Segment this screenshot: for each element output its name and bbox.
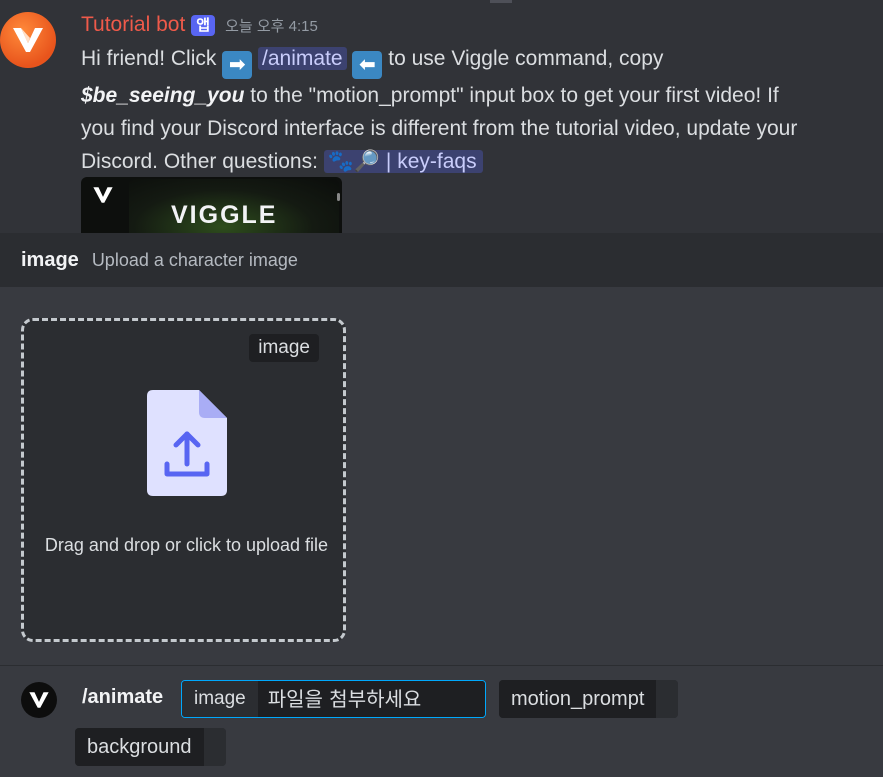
image-input[interactable]: [257, 681, 485, 717]
thumbnail-handle: [337, 193, 340, 201]
chip-label: background: [75, 728, 204, 766]
author-name[interactable]: Tutorial bot: [81, 13, 185, 37]
file-upload-icon: [147, 390, 227, 496]
app-badge: 앱: [191, 14, 216, 36]
viggle-logo-icon: [21, 682, 57, 718]
message-text: to use Viggle command, copy: [382, 47, 664, 70]
chip-label: motion_prompt: [499, 680, 657, 718]
arrow-right-icon: ➡: [222, 51, 253, 79]
message-header: Tutorial bot 앱 오늘 오후 4:15: [81, 10, 318, 40]
image-option-field[interactable]: image: [181, 680, 486, 718]
option-name: image: [21, 248, 79, 271]
viggle-logo-icon: [13, 28, 43, 52]
avatar[interactable]: [0, 12, 56, 68]
video-thumbnail[interactable]: VIGGLE: [81, 177, 342, 233]
discord-window: Tutorial bot 앱 오늘 오후 4:15 Hi friend! Cli…: [0, 0, 883, 777]
chip-tail: [203, 728, 226, 766]
thumbnail-title: VIGGLE: [171, 201, 278, 229]
motion-prompt-chip[interactable]: motion_prompt: [499, 680, 679, 718]
arrow-left-icon: ⬅: [352, 51, 383, 79]
command-name: /animate: [82, 686, 164, 708]
timestamp: 오늘 오후 4:15: [225, 17, 318, 35]
channel-mention[interactable]: 🐾🔎 | key-faqs: [323, 150, 483, 173]
option-label: image: [182, 681, 258, 717]
option-description: Upload a character image: [91, 249, 298, 270]
option-panel: image Drag and drop or click to upload f…: [0, 287, 883, 665]
message-content: Hi friend! Click ➡ /animate ⬅ to use Vig…: [81, 42, 801, 178]
dropzone-instructions: Drag and drop or click to upload file: [44, 535, 329, 555]
dropzone-tag: image: [249, 334, 319, 362]
viggle-logo-icon: [89, 183, 117, 207]
bot-message: Tutorial bot 앱 오늘 오후 4:15 Hi friend! Cli…: [0, 0, 883, 233]
option-header: image Upload a character image: [0, 233, 883, 287]
message-text: Hi friend! Click: [81, 47, 223, 70]
command-mention[interactable]: /animate: [258, 47, 347, 70]
file-dropzone[interactable]: image Drag and drop or click to upload f…: [21, 318, 346, 642]
divider: [490, 0, 512, 3]
chip-tail: [656, 680, 679, 718]
background-chip[interactable]: background: [75, 728, 226, 766]
command-bar: /animate image motion_prompt background: [0, 665, 883, 777]
code-phrase: $be_seeing_you: [81, 84, 245, 107]
